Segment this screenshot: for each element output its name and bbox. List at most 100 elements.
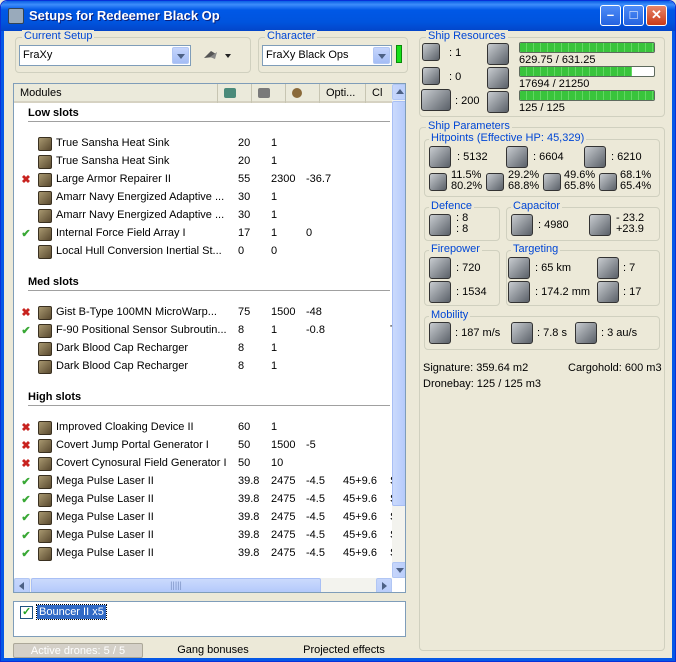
col-header-cpu[interactable] [218, 84, 252, 103]
defence-values: : 8: 8 [456, 213, 468, 235]
close-button[interactable]: ✕ [646, 5, 667, 26]
module-row[interactable]: ✖ Covert Jump Portal Generator I 50 1500 -5 [14, 436, 394, 454]
horizontal-scrollbar[interactable]: ||||| [14, 578, 392, 592]
module-cpu: 39.8 [238, 511, 260, 523]
module-powergrid: 0 [271, 245, 278, 257]
module-icon [38, 547, 52, 561]
module-icon [38, 227, 52, 241]
module-row[interactable]: Local Hull Conversion Inertial St... 0 0 [14, 242, 394, 260]
offline-status-icon[interactable]: ✖ [20, 439, 32, 452]
powergrid-icon [487, 67, 509, 89]
module-powergrid: 2475 [271, 475, 296, 487]
module-row[interactable]: ✔Mega Pulse Laser II39.82475-4.545+9.6Sc [14, 526, 403, 544]
launcher-count: : 0 [449, 71, 462, 83]
module-capacitor: -4.5 [306, 511, 325, 523]
module-capacitor: -4.5 [306, 529, 325, 541]
offline-status-icon[interactable]: ✖ [20, 421, 32, 434]
calibration-value: : 200 [455, 95, 480, 107]
module-name: True Sansha Heat Sink [56, 155, 170, 167]
setup-select[interactable]: FraXy [19, 45, 191, 66]
setup-menu-button[interactable] [201, 46, 233, 64]
module-icon [38, 173, 52, 187]
gang-bonuses-tab[interactable]: Gang bonuses [173, 643, 253, 658]
module-name: Internal Force Field Array I [56, 227, 186, 239]
module-row[interactable]: Dark Blood Cap Recharger 8 1 [14, 339, 394, 357]
module-cpu: 0 [238, 245, 245, 257]
status-empty[interactable] [20, 209, 32, 221]
module-row[interactable]: ✖ Covert Cynosural Field Generator I 50 10 [14, 454, 394, 472]
module-row[interactable]: ✖ Large Armor Repairer II 55 2300 -36.7 [14, 170, 394, 188]
title-bar[interactable]: Setups for Redeemer Black Op – □ ✕ [1, 1, 675, 31]
capacitor-delta: - 23.2 +23.9 [616, 213, 644, 235]
explosive-resist-icon [599, 173, 617, 191]
status-empty[interactable] [20, 360, 32, 372]
module-row[interactable]: ✔Mega Pulse Laser II39.82475-4.545+9.6Sc [14, 544, 403, 562]
col-header-modules[interactable]: Modules [14, 84, 218, 103]
launcher-hardpoint-icon [422, 67, 440, 85]
module-row[interactable]: ✔Mega Pulse Laser II39.82475-4.545+9.6Sc [14, 508, 403, 526]
module-cpu: 39.8 [238, 547, 260, 559]
projected-effects-tab[interactable]: Projected effects [295, 643, 393, 658]
module-cpu: 30 [238, 191, 251, 203]
status-empty[interactable] [20, 191, 32, 203]
offline-status-icon[interactable]: ✖ [20, 457, 32, 470]
horizontal-scroll-thumb[interactable]: ||||| [31, 578, 321, 592]
maximize-button[interactable]: □ [623, 5, 644, 26]
module-optimal: 45+9.6 [343, 547, 377, 559]
thermal-resists: 29.2% 68.8% [508, 170, 539, 192]
module-row[interactable]: True Sansha Heat Sink 20 1 [14, 152, 394, 170]
active-status-icon[interactable]: ✔ [20, 493, 32, 506]
active-status-icon[interactable]: ✔ [20, 324, 32, 337]
character-select[interactable]: FraXy Black Ops [262, 45, 392, 66]
current-setup-legend: Current Setup [22, 30, 95, 42]
offline-status-icon[interactable]: ✖ [20, 173, 32, 186]
character-dropdown-icon[interactable] [373, 47, 390, 64]
modules-list[interactable]: Modules Opti... Cl Low slots True Sansha… [13, 83, 406, 593]
active-status-icon[interactable]: ✔ [20, 529, 32, 542]
drone-item-label[interactable]: Bouncer II x5 [36, 604, 107, 620]
active-status-icon[interactable]: ✔ [20, 475, 32, 488]
module-cpu: 60 [238, 421, 251, 433]
drone-bandwidth-text: 125 / 125 [519, 102, 565, 114]
capacitor-col-icon [292, 88, 302, 98]
scroll-left-button[interactable] [14, 578, 30, 592]
module-row[interactable]: ✔ Internal Force Field Array I 17 1 0 [14, 224, 394, 242]
module-powergrid: 1 [271, 137, 278, 149]
status-empty[interactable] [20, 137, 32, 149]
active-status-icon[interactable]: ✔ [20, 511, 32, 524]
align-time-icon [511, 322, 533, 344]
module-row[interactable]: ✖ Gist B-Type 100MN MicroWarp... 75 1500 -48 [14, 303, 394, 321]
drones-list[interactable]: Bouncer II x5 [13, 601, 406, 637]
powergrid-col-icon [258, 88, 270, 98]
vertical-scroll-thumb[interactable] [392, 101, 405, 506]
module-row[interactable]: True Sansha Heat Sink 20 1 [14, 134, 394, 152]
warp-speed: : 3 au/s [601, 327, 638, 339]
vertical-scrollbar[interactable] [392, 84, 405, 578]
module-row[interactable]: Amarr Navy Energized Adaptive ... 30 1 [14, 188, 394, 206]
active-status-icon[interactable]: ✔ [20, 227, 32, 240]
hitpoints-legend: Hitpoints (Effective HP: 45,329) [429, 132, 587, 144]
module-row[interactable]: ✖ Improved Cloaking Device II 60 1 [14, 418, 394, 436]
col-header-optimal[interactable]: Opti... [320, 84, 366, 103]
module-powergrid: 1 [271, 324, 278, 336]
module-icon [38, 457, 52, 471]
col-header-cl[interactable]: Cl [366, 84, 394, 103]
status-empty[interactable] [20, 155, 32, 167]
module-row[interactable]: Dark Blood Cap Recharger 8 1 [14, 357, 394, 375]
status-empty[interactable] [20, 245, 32, 257]
module-row[interactable]: ✔Mega Pulse Laser II39.82475-4.545+9.6Sc [14, 472, 403, 490]
module-row[interactable]: ✔Mega Pulse Laser II39.82475-4.545+9.6Sc [14, 490, 403, 508]
setup-dropdown-icon[interactable] [172, 47, 189, 64]
col-header-capacitor[interactable] [286, 84, 320, 103]
active-status-icon[interactable]: ✔ [20, 547, 32, 560]
offline-status-icon[interactable]: ✖ [20, 306, 32, 319]
minimize-button[interactable]: – [600, 5, 621, 26]
module-row[interactable]: Amarr Navy Energized Adaptive ... 30 1 [14, 206, 394, 224]
drone-checkbox[interactable] [20, 605, 33, 619]
status-empty[interactable] [20, 342, 32, 354]
scroll-down-button[interactable] [392, 562, 405, 578]
module-row[interactable]: ✔ F-90 Positional Sensor Subroutin... 8 1 -0… [14, 321, 402, 339]
col-header-powergrid[interactable] [252, 84, 286, 103]
scroll-up-button[interactable] [392, 84, 405, 100]
scroll-right-button[interactable] [376, 578, 392, 592]
